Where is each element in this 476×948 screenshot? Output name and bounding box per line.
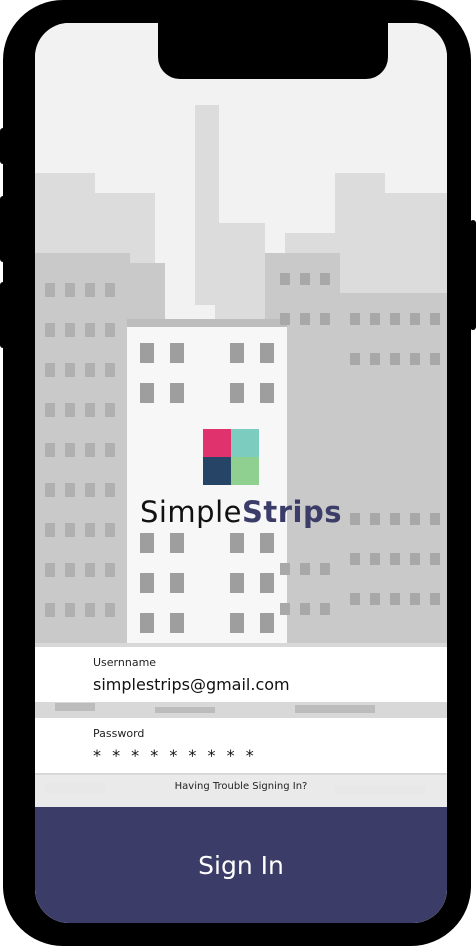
logo-square-green [231, 457, 259, 485]
phone-notch [158, 23, 388, 79]
password-label: Password [93, 727, 145, 740]
brand-name-first: Simple [139, 495, 242, 529]
sign-in-button[interactable]: Sign In [35, 807, 447, 923]
password-field[interactable]: Password * * * * * * * * * [35, 718, 447, 773]
username-label: Usernname [93, 656, 157, 669]
logo-square-pink [203, 429, 231, 457]
logo-square-teal [231, 429, 259, 457]
phone-frame: SimpleStrips Usernname simplestrips@gmai… [3, 0, 471, 946]
password-input[interactable]: * * * * * * * * * [93, 746, 257, 765]
simplestrips-logo-icon [203, 429, 259, 485]
username-input[interactable]: simplestrips@gmail.com [93, 675, 290, 694]
logo-square-navy [203, 457, 231, 485]
trouble-signing-in-link[interactable]: Having Trouble Signing In? [35, 775, 447, 807]
brand-name-second: Strips [242, 495, 343, 529]
username-field[interactable]: Usernname simplestrips@gmail.com [35, 647, 447, 702]
brand-name: SimpleStrips [35, 495, 447, 529]
login-screen: SimpleStrips Usernname simplestrips@gmai… [35, 23, 447, 923]
